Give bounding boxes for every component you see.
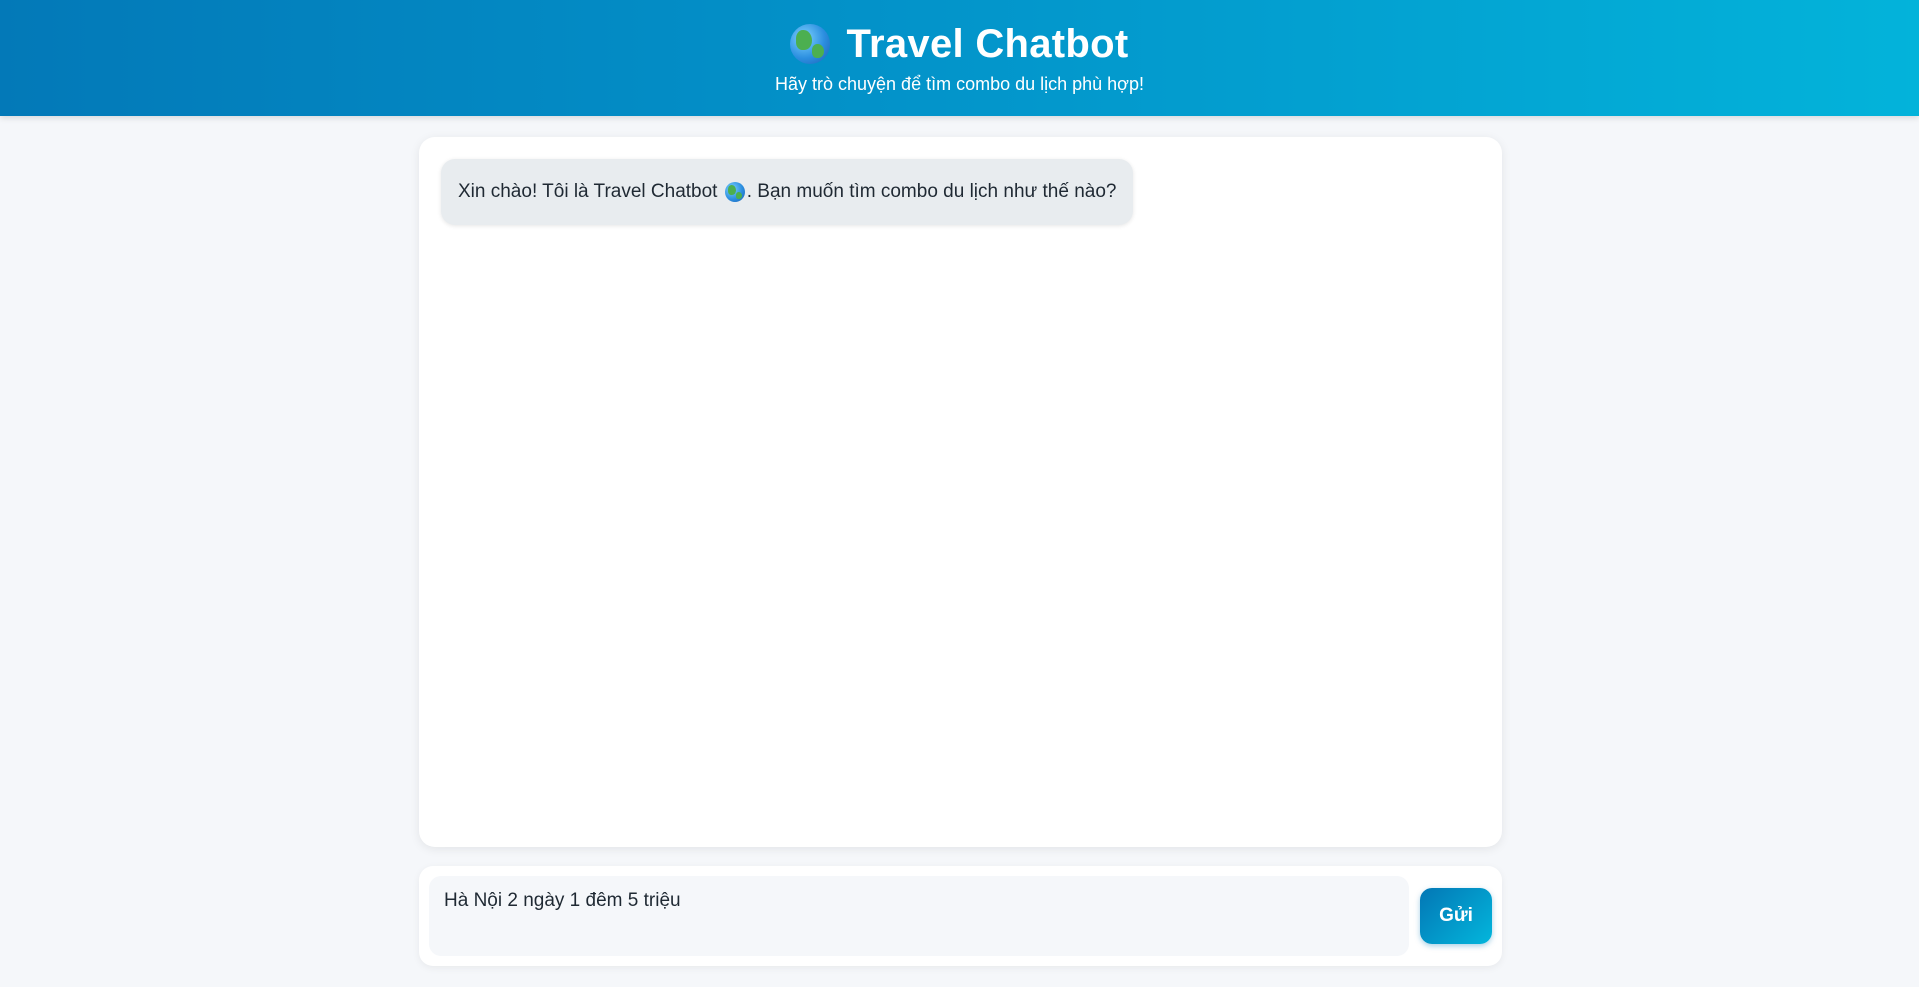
message-input[interactable]: Hà Nội 2 ngày 1 đêm 5 triệu [429,876,1409,956]
header-title-row: Travel Chatbot [0,18,1919,70]
globe-icon [790,24,831,64]
app-header: Travel Chatbot Hãy trò chuyện để tìm com… [0,0,1919,116]
bot-message: Xin chào! Tôi là Travel Chatbot . Bạn mu… [441,159,1134,225]
globe-icon [724,182,745,202]
bot-message-text-start: Xin chào! Tôi là Travel Chatbot [458,181,718,202]
message-composer: Hà Nội 2 ngày 1 đêm 5 triệu Gửi [419,866,1502,966]
bot-message-text-end: . Bạn muốn tìm combo du lịch như thế nào… [746,181,1117,202]
send-button[interactable]: Gửi [1420,888,1492,944]
app-title: Travel Chatbot [846,21,1129,66]
chat-messages-panel[interactable]: Xin chào! Tôi là Travel Chatbot . Bạn mu… [419,137,1502,847]
app-subtitle: Hãy trò chuyện để tìm combo du lịch phù … [775,74,1144,94]
